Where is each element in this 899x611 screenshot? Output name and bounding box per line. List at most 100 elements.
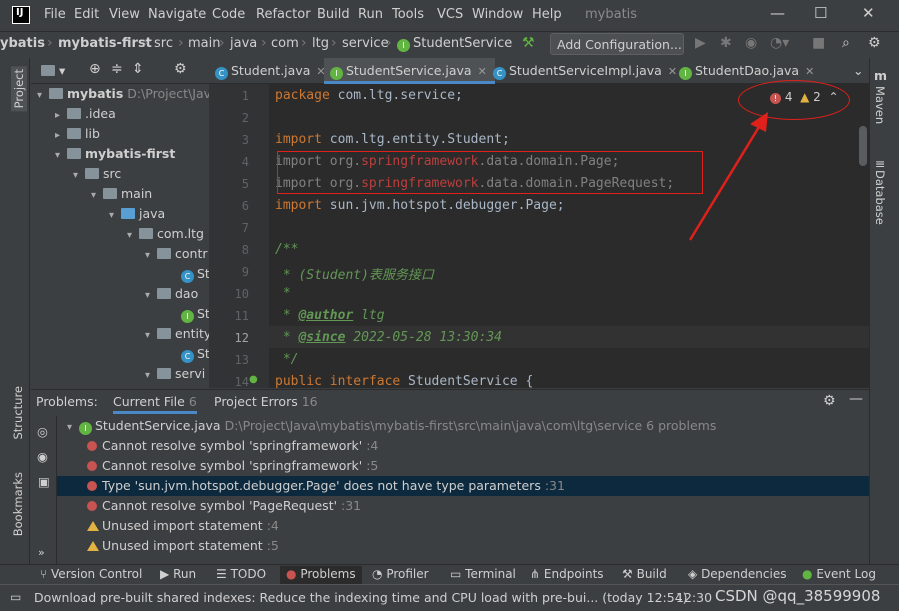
endpoints-button[interactable]: ⋔ Endpoints — [530, 567, 604, 581]
panel-settings-gear-icon[interactable]: ⚙ — [174, 61, 187, 77]
tree-item-mybatis[interactable]: ▾ mybatis D:\Project\Java — [31, 86, 209, 106]
close-tab-icon[interactable]: ✕ — [805, 65, 814, 78]
menu-vcs[interactable]: VCS — [437, 7, 463, 22]
breadcrumb-studentservice[interactable]: I StudentService — [397, 36, 512, 52]
breadcrumb-ltg[interactable]: ltg — [312, 36, 329, 51]
expand-all-icon[interactable]: ⇕ — [132, 61, 144, 77]
problem-row[interactable]: Unused import statement :5 — [57, 536, 869, 556]
collapse-arrow-icon: ▸ — [55, 130, 61, 141]
minimize-icon[interactable]: — — [770, 4, 785, 22]
tree-item-dao[interactable]: ▾ dao — [31, 286, 198, 306]
maven-tool-button[interactable]: Maven — [873, 86, 887, 124]
run-button[interactable]: ▶ Run — [160, 567, 196, 581]
todo-button[interactable]: ☰ TODO — [216, 567, 266, 581]
problem-row-selected[interactable]: Type 'sun.jvm.hotspot.debugger.Page' doe… — [57, 476, 869, 496]
profiler-button[interactable]: ◔ Profiler — [372, 567, 429, 581]
search-icon[interactable]: ⌕ — [842, 35, 850, 51]
menu-run[interactable]: Run — [358, 7, 383, 22]
bookmarks-tool-button[interactable]: Bookmarks — [11, 472, 25, 536]
locate-target-icon[interactable]: ⊕ — [89, 61, 101, 77]
tree-item-idea[interactable]: ▸ .idea — [31, 106, 116, 126]
tree-item-service[interactable]: ▾ servi — [31, 366, 205, 386]
tab-studentserviceimpl-java[interactable]: C StudentServiceImpl.java ✕ — [487, 58, 685, 84]
project-view-dropdown[interactable]: ▾ — [41, 63, 65, 78]
settings-gear-icon[interactable]: ⚙ — [868, 35, 881, 51]
menu-window[interactable]: Window — [472, 7, 523, 22]
annotation-arrow — [688, 112, 768, 241]
tree-item-src[interactable]: ▾ src — [31, 166, 121, 186]
menu-view[interactable]: View — [109, 7, 140, 22]
tree-item-main[interactable]: ▾ main — [31, 186, 152, 206]
breadcrumb-main[interactable]: main — [188, 36, 220, 51]
stop-icon[interactable]: ■ — [812, 35, 825, 51]
line-number: 14 — [234, 375, 249, 389]
collapse-all-icon[interactable]: ≑ — [111, 61, 123, 77]
menu-edit[interactable]: Edit — [74, 7, 99, 22]
tree-item-student-controller[interactable]: C St — [31, 266, 209, 286]
split-view-icon[interactable]: ▣ — [38, 474, 50, 489]
tree-item-mybatis-first[interactable]: ▾ mybatis-first — [31, 146, 175, 166]
problems-button[interactable]: ● Problems — [280, 566, 362, 584]
build-button[interactable]: ⚒ Build — [622, 567, 667, 581]
autoscroll-icon[interactable]: ◎ — [37, 424, 48, 439]
breadcrumb-service[interactable]: service — [342, 36, 389, 51]
database-tool-button[interactable]: Database — [873, 170, 887, 225]
run-icon[interactable]: ▶ — [695, 35, 706, 51]
problem-row[interactable]: Unused import statement :4 — [57, 516, 869, 536]
project-tool-button[interactable]: Project — [11, 66, 27, 112]
problem-row[interactable]: Cannot resolve symbol 'springframework' … — [57, 456, 869, 476]
tree-item-entity[interactable]: ▾ entity — [31, 326, 209, 346]
tab-student-java[interactable]: C Student.java ✕ — [209, 58, 334, 84]
breadcrumb-project[interactable]: ybatis — [0, 36, 45, 51]
breadcrumb-java[interactable]: java — [230, 36, 257, 51]
tree-item-student-entity[interactable]: C St — [31, 346, 209, 366]
menu-tools[interactable]: Tools — [392, 7, 424, 22]
breadcrumb-src[interactable]: src — [154, 36, 173, 51]
breadcrumb-module[interactable]: mybatis-first — [58, 36, 152, 51]
more-actions-icon[interactable]: » — [38, 546, 45, 559]
menu-file[interactable]: File — [44, 7, 66, 22]
problem-row[interactable]: Cannot resolve symbol 'PageRequest' :31 — [57, 496, 869, 516]
tree-item-controller[interactable]: ▾ contr — [31, 246, 207, 266]
profile-icon[interactable]: ◔▾ — [770, 35, 789, 51]
status-message[interactable]: Download pre-built shared indexes: Reduc… — [34, 590, 688, 605]
title-bar: IJ File Edit View Navigate Code Refactor… — [0, 0, 899, 31]
build-hammer-icon[interactable]: ⚒ — [522, 35, 535, 51]
tab-studentservice-java[interactable]: I StudentService.java ✕ — [324, 58, 495, 84]
problems-file-row[interactable]: ▾ I StudentService.java D:\Project\Java\my… — [57, 416, 869, 436]
tab-list-chevron-down-icon[interactable]: ⌄ — [853, 63, 863, 78]
problem-row[interactable]: Cannot resolve symbol 'springframework' … — [57, 436, 869, 456]
breadcrumb-com[interactable]: com — [271, 36, 299, 51]
debug-icon[interactable]: ✱ — [720, 35, 732, 51]
close-tab-icon[interactable]: ✕ — [478, 65, 487, 78]
structure-tool-button[interactable]: Structure — [11, 386, 25, 440]
add-configuration-button[interactable]: Add Configuration... — [550, 33, 684, 55]
close-icon[interactable]: ✕ — [862, 4, 875, 22]
menu-code[interactable]: Code — [212, 7, 245, 22]
tab-project-errors[interactable]: Project Errors 16 — [214, 394, 318, 409]
coverage-icon[interactable]: ◉ — [745, 35, 757, 51]
menu-refactor[interactable]: Refactor — [256, 7, 311, 22]
maximize-icon[interactable]: ☐ — [814, 4, 827, 22]
implemented-gutter-icon[interactable]: ● — [249, 374, 258, 385]
editor-scrollbar-thumb[interactable] — [859, 126, 867, 166]
panel-settings-gear-icon[interactable]: ⚙ — [823, 393, 836, 409]
menu-help[interactable]: Help — [532, 7, 562, 22]
tree-item-lib[interactable]: ▸ lib — [31, 126, 100, 146]
version-control-button[interactable]: ⑂ Version Control — [40, 567, 142, 581]
hide-panel-icon[interactable]: — — [849, 391, 863, 407]
tab-current-file[interactable]: Current File 6 — [113, 394, 197, 414]
tree-item-java[interactable]: ▾ java — [31, 206, 165, 226]
code-line-9: * (Student)表服务接口 — [275, 268, 434, 283]
caret-position[interactable]: 12:30 — [676, 590, 712, 605]
preview-eye-icon[interactable]: ◉ — [37, 449, 48, 464]
expand-arrow-icon: ▾ — [109, 210, 115, 221]
menu-build[interactable]: Build — [317, 7, 350, 22]
event-log-button[interactable]: ● Event Log — [802, 567, 876, 581]
dependencies-button[interactable]: ◈ Dependencies — [688, 567, 786, 581]
expand-arrow-icon: ▾ — [91, 190, 97, 201]
menu-navigate[interactable]: Navigate — [148, 7, 206, 22]
tree-item-student-dao[interactable]: I St — [31, 306, 209, 326]
tree-item-com-ltg[interactable]: ▾ com.ltg — [31, 226, 204, 246]
terminal-button[interactable]: ▭ Terminal — [450, 567, 516, 581]
